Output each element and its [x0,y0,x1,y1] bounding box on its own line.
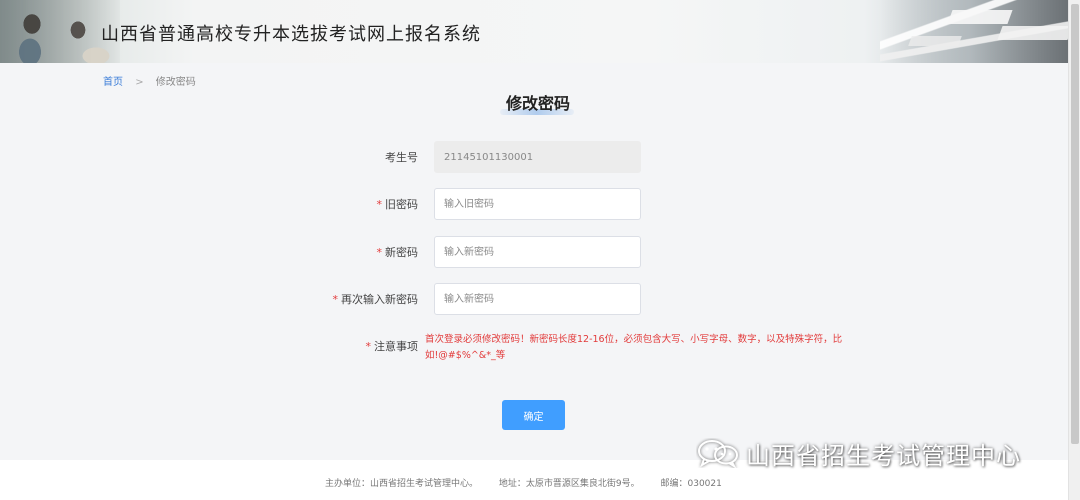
footer-organizer: 主办单位：山西省招生考试管理中心。 [325,479,479,489]
desk-decor [908,36,962,46]
new-password-input[interactable] [434,236,641,268]
new-password-row: * 新密码 [0,236,1080,268]
new-password-label-text: 新密码 [385,246,418,259]
confirm-password-input[interactable] [434,283,641,315]
required-mark: * [332,293,339,306]
footer-postcode: 邮编：030021 [660,479,722,489]
old-password-input[interactable] [434,188,641,220]
scrollbar-thumb[interactable] [1071,4,1079,444]
notice-label: * 注意事项 [366,338,419,354]
old-password-label-text: 旧密码 [385,198,418,211]
breadcrumb-separator: > [135,77,144,88]
exam-number-row: 考生号 [0,141,1080,173]
exam-number-field [434,141,641,173]
confirm-password-label: * 再次输入新密码 [333,291,419,307]
required-mark: * [376,246,383,259]
notice-label-text: 注意事项 [374,340,418,353]
breadcrumb-home-link[interactable]: 首页 [103,77,123,88]
new-password-label: * 新密码 [377,244,419,260]
old-password-row: * 旧密码 [0,188,1080,220]
page-title-text: 修改密码 [505,94,570,113]
desk-decor [997,26,1073,40]
desk-decor [947,10,1013,24]
watermark-text: 山西省招生考试管理中心 [746,441,1021,470]
breadcrumb: 首页 > 修改密码 [103,73,196,88]
required-mark: * [365,340,372,353]
wechat-icon [698,440,738,468]
header-banner: 山西省普通高校专升本选拔考试网上报名系统 [0,0,1080,63]
confirm-button[interactable]: 确定 [502,400,565,430]
page-title: 修改密码 [500,90,576,115]
wechat-watermark: 山西省招生考试管理中心 [696,436,1021,470]
confirm-password-label-text: 再次输入新密码 [341,293,418,306]
exam-number-label: 考生号 [385,151,418,164]
footer-info: 主办单位：山西省招生考试管理中心。 地址：太原市晋源区集良北街9号。 邮编：03… [325,476,740,489]
breadcrumb-current: 修改密码 [155,77,196,88]
password-notice-text: 首次登录必须修改密码！新密码长度12-16位，必须包含大写、小写字母、数字，以及… [425,334,843,361]
site-title: 山西省普通高校专升本选拔考试网上报名系统 [101,24,481,45]
old-password-label: * 旧密码 [377,196,419,212]
confirm-password-row: * 再次输入新密码 [0,283,1080,315]
footer-address: 地址：太原市晋源区集良北街9号。 [498,479,640,489]
required-mark: * [376,198,383,211]
